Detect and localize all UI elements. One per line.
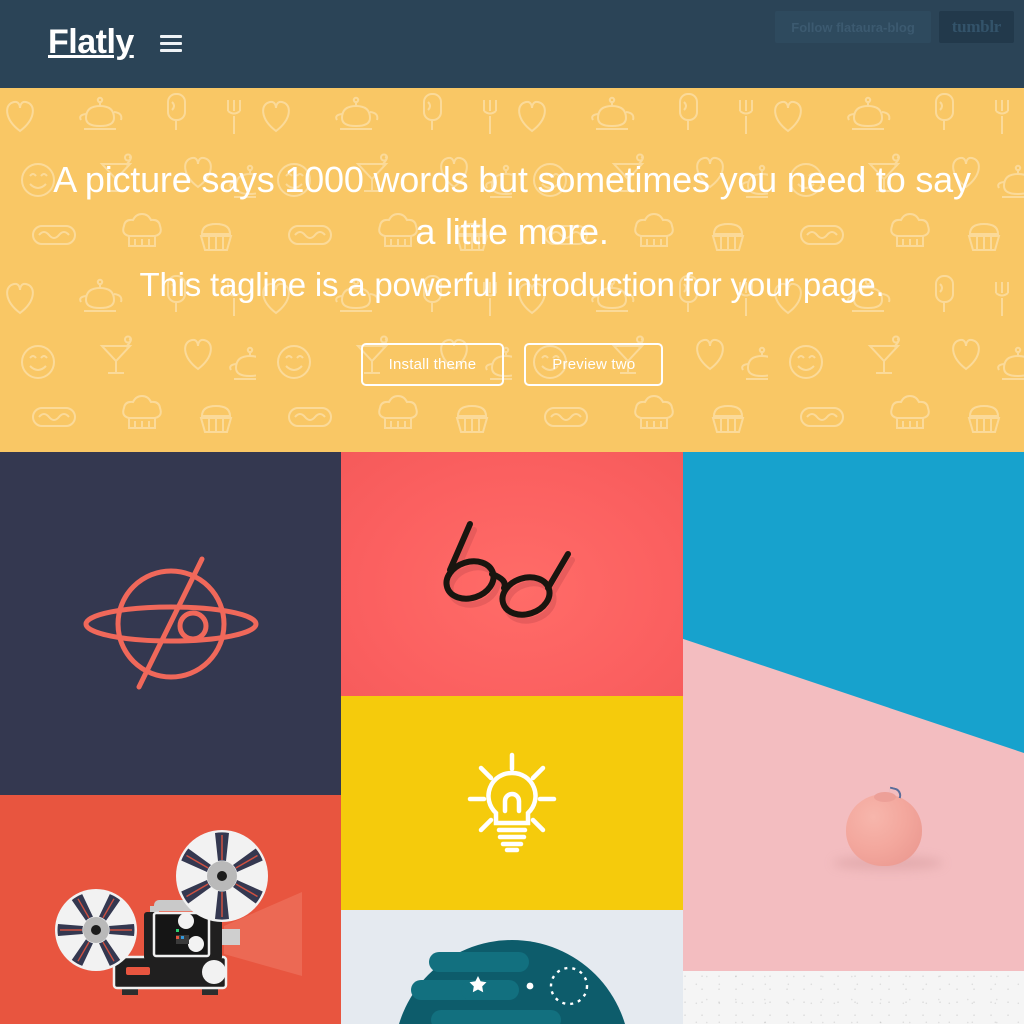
grid-column-2 xyxy=(341,452,683,1024)
pink-apple-photo xyxy=(683,452,1024,971)
lightbulb-icon xyxy=(467,752,557,853)
grid-column-3 xyxy=(683,452,1024,1024)
tumblr-follow-button[interactable]: Follow flataura-blog xyxy=(775,11,931,43)
grid-tile-space-rocket[interactable] xyxy=(341,910,683,1024)
site-header: Flatly Follow flataura-blog tumblr xyxy=(0,0,1024,88)
grid-tile-planet[interactable] xyxy=(0,452,341,795)
hamburger-menu-icon[interactable] xyxy=(159,34,182,54)
pink-surface xyxy=(683,638,1024,971)
grid-tile-lightbulb[interactable] xyxy=(341,696,683,910)
preview-two-button[interactable]: Preview two xyxy=(524,342,664,386)
install-theme-button[interactable]: Install theme xyxy=(360,342,505,386)
apple-icon xyxy=(846,786,922,866)
hero-title: A picture says 1000 words but sometimes … xyxy=(53,159,971,252)
white-paper-texture-photo xyxy=(683,971,1024,1024)
tumblr-follow-widget: Follow flataura-blog tumblr xyxy=(775,11,1014,43)
post-grid xyxy=(0,452,1024,1024)
hamburger-bar xyxy=(159,41,182,45)
grid-tile-film-projector[interactable] xyxy=(0,795,341,1024)
film-projector-illustration xyxy=(54,830,302,996)
hero-section: A picture says 1000 words but sometimes … xyxy=(0,88,1024,452)
grid-column-1 xyxy=(0,452,341,1024)
hamburger-bar xyxy=(159,34,182,38)
grid-tile-white-paper[interactable] xyxy=(683,971,1024,1024)
tumblr-logo-button[interactable]: tumblr xyxy=(938,11,1014,43)
hero-tagline: This tagline is a powerful introduction … xyxy=(139,265,885,303)
grid-tile-pink-apple[interactable] xyxy=(683,452,1024,971)
hero-button-group: Install theme Preview two xyxy=(42,342,982,386)
hamburger-bar xyxy=(159,48,182,52)
space-rocket-illustration xyxy=(399,940,625,1024)
planet-icon xyxy=(83,556,258,689)
grid-tile-eyeglasses[interactable] xyxy=(341,452,683,696)
site-logo[interactable]: Flatly xyxy=(48,25,134,63)
eyeglasses-photo xyxy=(443,520,575,624)
